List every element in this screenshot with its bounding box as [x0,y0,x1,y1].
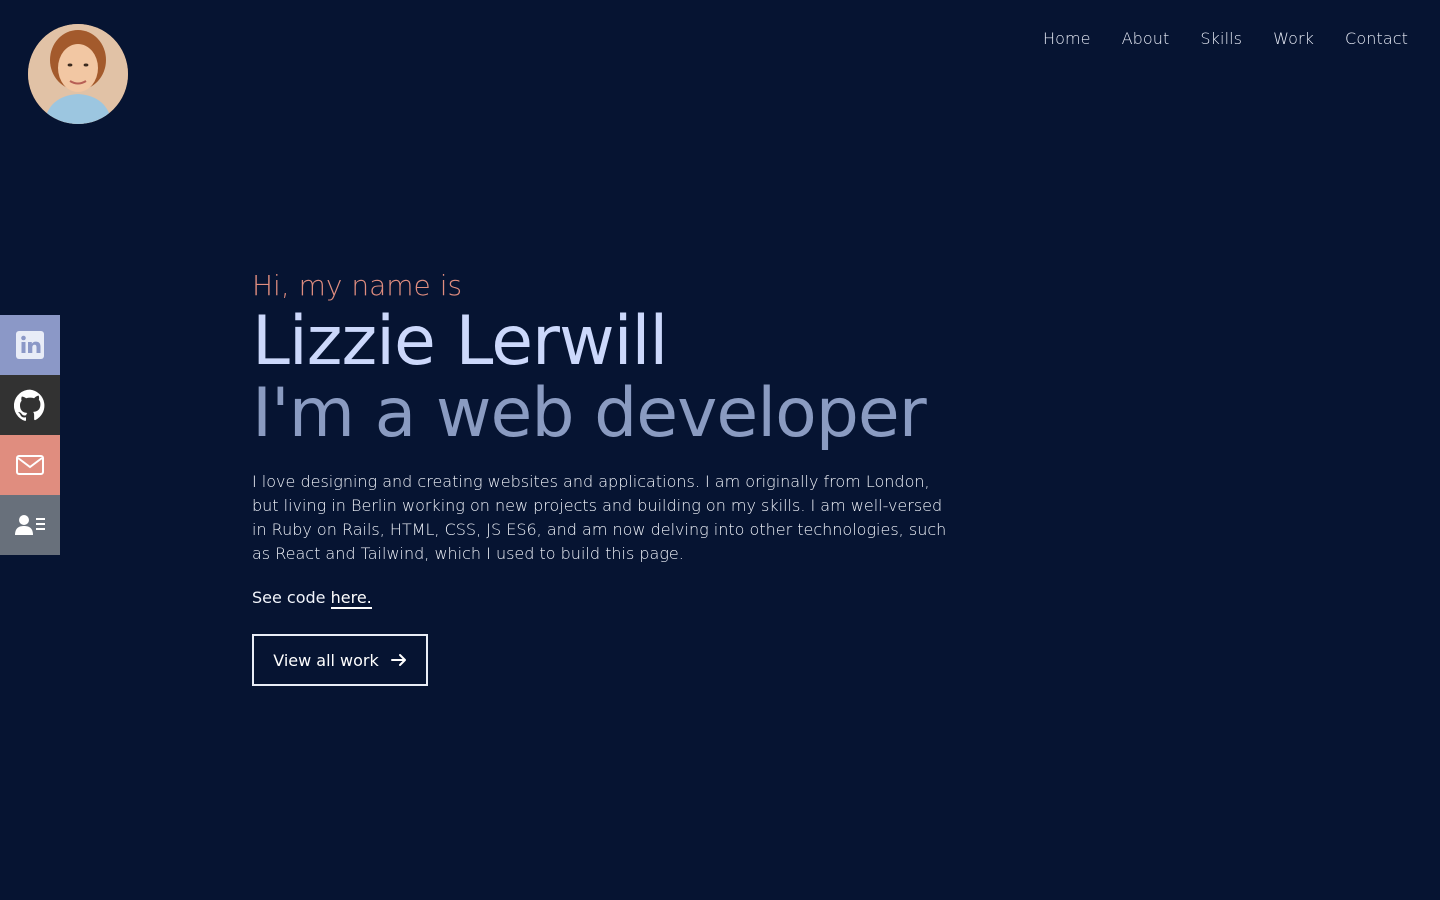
code-note: See code here. [252,586,972,610]
nav-home-link[interactable]: Home [1043,29,1091,49]
hero-greeting: Hi, my name is [252,269,463,302]
code-link[interactable]: here. [330,588,372,609]
mail-icon [16,455,44,475]
linkedin-button[interactable] [0,315,60,375]
nav-skills-link[interactable]: Skills [1200,29,1242,49]
resume-button[interactable] [0,495,60,555]
linkedin-icon [16,331,44,359]
arrow-right-icon [390,654,406,666]
avatar [28,24,128,124]
nav-contact-link[interactable]: Contact [1345,29,1408,49]
nav-about-link[interactable]: About [1122,29,1170,49]
hero-name: Lizzie Lerwill [252,302,668,381]
view-all-work-label: View all work [273,650,379,670]
main-nav: Home About Skills Work Contact [1043,29,1408,49]
code-note-prefix: See code [252,588,326,607]
email-button[interactable] [0,435,60,495]
hero-role: I'm a web developer [252,374,927,453]
nav-work-link[interactable]: Work [1273,29,1314,49]
view-all-work-button[interactable]: View all work [252,634,428,686]
hero-bio: I love designing and creating websites a… [252,472,947,563]
github-icon [14,389,45,421]
hero-section: Hi, my name is Lizzie Lerwill I'm a web … [252,266,972,686]
social-sidebar [0,315,60,555]
github-button[interactable] [0,375,60,435]
contact-card-icon [15,515,45,535]
